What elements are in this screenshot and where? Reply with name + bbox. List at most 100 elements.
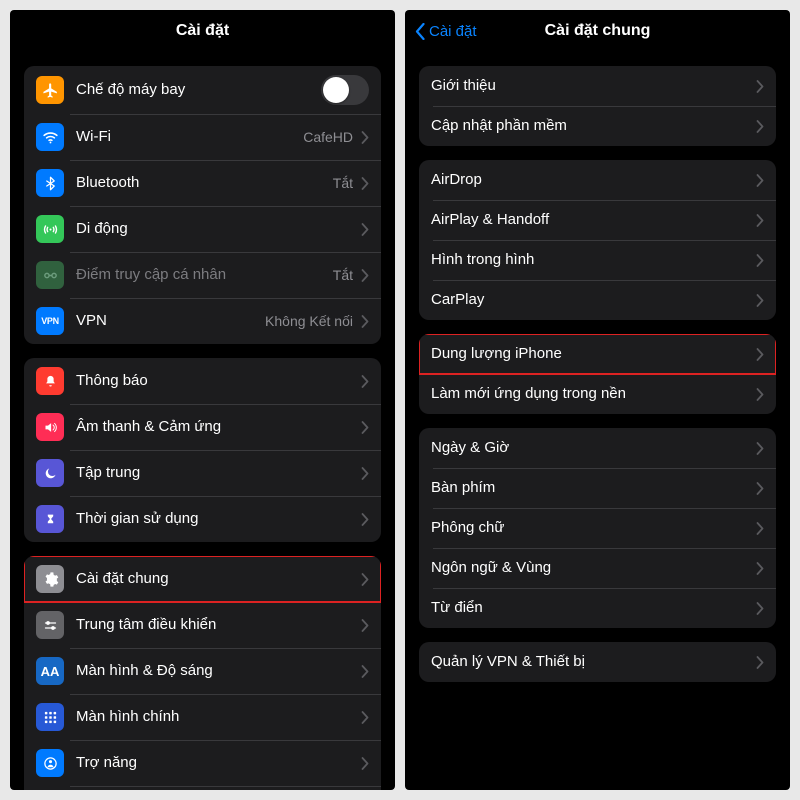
row-label: Hình trong hình <box>431 251 748 269</box>
chevron-right-icon <box>361 711 369 724</box>
chevron-right-icon <box>756 482 764 495</box>
chevron-right-icon <box>756 80 764 93</box>
chevron-right-icon <box>756 174 764 187</box>
toggle-switch[interactable] <box>321 75 369 105</box>
settings-row[interactable]: Làm mới ứng dụng trong nền <box>419 374 776 414</box>
header: Cài đặt Cài đặt chung <box>405 10 790 52</box>
chevron-right-icon <box>361 757 369 770</box>
phone-general: Cài đặt Cài đặt chung Giới thiệu Cập nhật… <box>405 10 790 790</box>
settings-row[interactable]: Thời gian sử dụng <box>24 496 381 542</box>
settings-row[interactable]: VPN VPN Không Kết nối <box>24 298 381 344</box>
settings-row[interactable]: Thông báo <box>24 358 381 404</box>
row-label: Chế độ máy bay <box>76 81 321 99</box>
row-label: Bluetooth <box>76 174 325 192</box>
row-label: Thời gian sử dụng <box>76 510 353 528</box>
settings-row[interactable]: Trợ năng <box>24 740 381 786</box>
row-label: Trợ năng <box>76 754 353 772</box>
settings-row[interactable]: Giới thiệu <box>419 66 776 106</box>
row-label: Giới thiệu <box>431 77 748 95</box>
settings-row[interactable]: CarPlay <box>419 280 776 320</box>
settings-group: Thông báo Âm thanh & Cảm ứng Tập trung Thời… <box>24 358 381 542</box>
settings-row[interactable]: AAMàn hình & Độ sáng <box>24 648 381 694</box>
control-center-icon <box>36 611 64 639</box>
chevron-right-icon <box>361 315 369 328</box>
wifi-icon <box>36 123 64 151</box>
settings-group: Chế độ máy bay Wi-Fi CafeHD BluetoothTắt Di … <box>24 66 381 344</box>
settings-row[interactable]: Ngôn ngữ & Vùng <box>419 548 776 588</box>
row-label: Tập trung <box>76 464 353 482</box>
airplane-icon <box>36 76 64 104</box>
phone-settings: Cài đặt Chế độ máy bay Wi-Fi CafeHD Bluetoo… <box>10 10 395 790</box>
row-label: Wi-Fi <box>76 128 295 146</box>
row-label: Quản lý VPN & Thiết bị <box>431 653 748 671</box>
row-value: CafeHD <box>303 129 353 145</box>
settings-row[interactable]: Phông chữ <box>419 508 776 548</box>
chevron-left-icon <box>415 23 425 40</box>
row-label: Ngôn ngữ & Vùng <box>431 559 748 577</box>
chevron-right-icon <box>756 602 764 615</box>
page-title: Cài đặt <box>176 22 229 40</box>
row-label: Làm mới ứng dụng trong nền <box>431 385 748 403</box>
settings-row[interactable]: Bàn phím <box>419 468 776 508</box>
general-icon <box>36 565 64 593</box>
settings-row[interactable]: Trung tâm điều khiển <box>24 602 381 648</box>
row-label: VPN <box>76 312 257 330</box>
chevron-right-icon <box>756 348 764 361</box>
settings-row[interactable]: BluetoothTắt <box>24 160 381 206</box>
chevron-right-icon <box>361 421 369 434</box>
settings-row[interactable]: AirDrop <box>419 160 776 200</box>
settings-row[interactable]: Âm thanh & Cảm ứng <box>24 404 381 450</box>
settings-row[interactable]: AirPlay & Handoff <box>419 200 776 240</box>
settings-row[interactable]: Quản lý VPN & Thiết bị <box>419 642 776 682</box>
settings-row[interactable]: Wi-Fi CafeHD <box>24 114 381 160</box>
settings-row[interactable]: Cập nhật phần mềm <box>419 106 776 146</box>
settings-row[interactable]: Chế độ máy bay <box>24 66 381 114</box>
settings-row[interactable]: Màn hình chính <box>24 694 381 740</box>
chevron-right-icon <box>361 375 369 388</box>
row-value: Không Kết nối <box>265 313 353 329</box>
notifications-icon <box>36 367 64 395</box>
back-label: Cài đặt <box>429 23 477 40</box>
settings-row[interactable]: Cài đặt chung <box>24 556 381 602</box>
row-label: Màn hình & Độ sáng <box>76 662 353 680</box>
focus-icon <box>36 459 64 487</box>
chevron-right-icon <box>361 269 369 282</box>
page-title: Cài đặt chung <box>545 22 651 40</box>
chevron-right-icon <box>756 294 764 307</box>
back-button[interactable]: Cài đặt <box>415 10 477 52</box>
settings-row[interactable]: Dung lượng iPhone <box>419 334 776 374</box>
chevron-right-icon <box>361 177 369 190</box>
chevron-right-icon <box>361 131 369 144</box>
settings-row[interactable]: Từ điển <box>419 588 776 628</box>
bluetooth-icon <box>36 169 64 197</box>
row-label: Dung lượng iPhone <box>431 345 748 363</box>
row-label: Điểm truy cập cá nhân <box>76 266 325 284</box>
settings-row[interactable]: Điểm truy cập cá nhânTắt <box>24 252 381 298</box>
settings-row[interactable]: Di động <box>24 206 381 252</box>
settings-group: AirDrop AirPlay & Handoff Hình trong hình C… <box>419 160 776 320</box>
chevron-right-icon <box>361 665 369 678</box>
chevron-right-icon <box>756 214 764 227</box>
settings-row[interactable]: Ngày & Giờ <box>419 428 776 468</box>
row-label: Di động <box>76 220 353 238</box>
row-label: CarPlay <box>431 291 748 309</box>
row-label: Thông báo <box>76 372 353 390</box>
chevron-right-icon <box>361 619 369 632</box>
settings-row[interactable]: Hình trong hình <box>419 240 776 280</box>
chevron-right-icon <box>756 120 764 133</box>
cellular-icon <box>36 215 64 243</box>
general-list: Giới thiệu Cập nhật phần mềm AirDrop AirPla… <box>405 52 790 790</box>
settings-row[interactable]: Hình nền <box>24 786 381 790</box>
home-screen-icon <box>36 703 64 731</box>
row-label: Ngày & Giờ <box>431 439 748 457</box>
chevron-right-icon <box>756 388 764 401</box>
chevron-right-icon <box>361 573 369 586</box>
vpn-icon: VPN <box>36 307 64 335</box>
settings-group: Dung lượng iPhone Làm mới ứng dụng trong … <box>419 334 776 414</box>
row-label: AirDrop <box>431 171 748 189</box>
chevron-right-icon <box>361 513 369 526</box>
settings-row[interactable]: Tập trung <box>24 450 381 496</box>
row-label: Trung tâm điều khiển <box>76 616 353 634</box>
chevron-right-icon <box>361 223 369 236</box>
header: Cài đặt <box>10 10 395 52</box>
